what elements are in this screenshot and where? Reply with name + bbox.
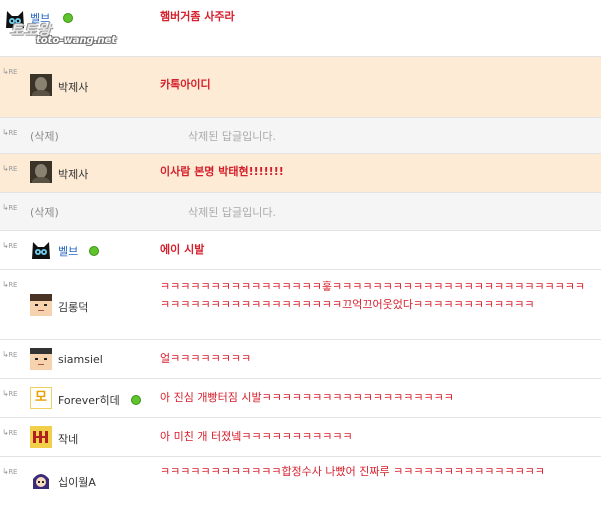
reply-indicator: ↳RE bbox=[2, 164, 18, 173]
reply-row: ↳RE 모 Forever히데 아 진심 개빵터짐 시발ㅋㅋㅋㅋㅋㅋㅋㅋㅋㅋㅋㅋ… bbox=[0, 379, 601, 418]
avatar[interactable] bbox=[30, 161, 52, 183]
avatar[interactable]: 모 bbox=[30, 387, 52, 409]
comment-text: ㅋㅋㅋㅋㅋㅋㅋㅋㅋㅋㅋㅋㅋㅋㅋㅋ흫ㅋㅋㅋㅋㅋㅋㅋㅋㅋㅋㅋㅋㅋㅋㅋㅋㅋㅋㅋㅋㅋㅋㅋ… bbox=[160, 280, 586, 311]
reply-indicator: ↳RE bbox=[2, 428, 18, 437]
author-name[interactable]: Forever히데 bbox=[58, 392, 120, 408]
avatar[interactable] bbox=[30, 469, 52, 491]
reply-indicator: ↳RE bbox=[2, 389, 18, 398]
author-name[interactable]: 박제사 bbox=[58, 166, 88, 182]
deleted-author: (삭제) bbox=[30, 206, 59, 219]
deleted-author: (삭제) bbox=[30, 130, 59, 143]
online-status-icon bbox=[89, 246, 99, 256]
reply-indicator: ↳RE bbox=[2, 203, 18, 212]
reply-row: ↳RE 김롱덕 ㅋㅋㅋㅋㅋㅋㅋㅋㅋㅋㅋㅋㅋㅋㅋㅋ흫ㅋㅋㅋㅋㅋㅋㅋㅋㅋㅋㅋㅋㅋㅋㅋ… bbox=[0, 270, 601, 340]
comment-text: 얼ㅋㅋㅋㅋㅋㅋㅋㅋ bbox=[160, 352, 252, 365]
reply-indicator: ↳RE bbox=[2, 67, 18, 76]
reply-indicator: ↳RE bbox=[2, 128, 18, 137]
avatar[interactable] bbox=[30, 294, 52, 316]
avatar-character: 모 bbox=[35, 390, 47, 405]
reply-indicator: ↳RE bbox=[2, 280, 18, 289]
comment-text: 에이 시발 bbox=[160, 243, 205, 256]
avatar[interactable] bbox=[30, 74, 52, 96]
comment-text: ㅋㅋㅋㅋㅋㅋㅋㅋㅋㅋㅋㅋ합정수사 나빴어 진짜루 ㅋㅋㅋㅋㅋㅋㅋㅋㅋㅋㅋㅋㅋㅋㅋ bbox=[160, 465, 545, 478]
author-name[interactable]: 박제사 bbox=[58, 79, 88, 95]
avatar[interactable] bbox=[30, 426, 52, 448]
reply-row-deleted: ↳RE (삭제) 삭제된 답글입니다. bbox=[0, 118, 601, 154]
author-name[interactable]: 작네 bbox=[58, 431, 78, 447]
watermark-url: toto-wang.net bbox=[36, 35, 117, 46]
comment-text: 아 진심 개빵터짐 시발ㅋㅋㅋㅋㅋㅋㅋㅋㅋㅋㅋㅋㅋㅋㅋㅋㅋㅋㅋ bbox=[160, 391, 454, 404]
site-watermark-logo: 토토왕 toto-wang.net bbox=[10, 20, 116, 46]
reply-indicator: ↳RE bbox=[2, 350, 18, 359]
author-name[interactable]: siamsiel bbox=[58, 353, 103, 366]
reply-row: ↳RE 십이월A ㅋㅋㅋㅋㅋㅋㅋㅋㅋㅋㅋㅋ합정수사 나빴어 진짜루 ㅋㅋㅋㅋㅋㅋ… bbox=[0, 457, 601, 506]
reply-row: ↳RE 박제사 이사람 본명 박태현!!!!!!! bbox=[0, 154, 601, 193]
comment-thread: 벨브 햄버거좀 사주라 토토왕 toto-wang.net ↳RE 박제사 카톡… bbox=[0, 0, 601, 506]
comment-row-original: 벨브 햄버거좀 사주라 토토왕 toto-wang.net bbox=[0, 0, 601, 57]
avatar[interactable] bbox=[30, 239, 52, 261]
deleted-message: 삭제된 답글입니다. bbox=[188, 206, 276, 219]
reply-row-deleted: ↳RE (삭제) 삭제된 답글입니다. bbox=[0, 193, 601, 231]
deleted-message: 삭제된 답글입니다. bbox=[188, 130, 276, 143]
online-status-icon bbox=[131, 395, 141, 405]
comment-text: 이사람 본명 박태현!!!!!!! bbox=[160, 165, 284, 178]
author-name[interactable]: 벨브 bbox=[58, 243, 78, 259]
reply-indicator: ↳RE bbox=[2, 467, 18, 476]
reply-row: ↳RE 벨브 에이 시발 bbox=[0, 231, 601, 270]
reply-indicator: ↳RE bbox=[2, 241, 18, 250]
online-status-icon bbox=[63, 13, 73, 23]
avatar[interactable] bbox=[30, 348, 52, 370]
author-name[interactable]: 김롱덕 bbox=[58, 299, 88, 315]
reply-row: ↳RE 박제사 카톡아이디 bbox=[0, 57, 601, 118]
comment-text: 카톡아이디 bbox=[160, 78, 211, 91]
reply-row: ↳RE 작네 아 미친 개 터졌넼ㅋㅋㅋㅋㅋㅋㅋㅋㅋㅋㅋ bbox=[0, 418, 601, 457]
comment-text: 햄버거좀 사주라 bbox=[160, 10, 235, 23]
author-name[interactable]: 십이월A bbox=[58, 474, 96, 490]
reply-row: ↳RE siamsiel 얼ㅋㅋㅋㅋㅋㅋㅋㅋ bbox=[0, 340, 601, 379]
comment-text: 아 미친 개 터졌넼ㅋㅋㅋㅋㅋㅋㅋㅋㅋㅋㅋ bbox=[160, 430, 353, 443]
